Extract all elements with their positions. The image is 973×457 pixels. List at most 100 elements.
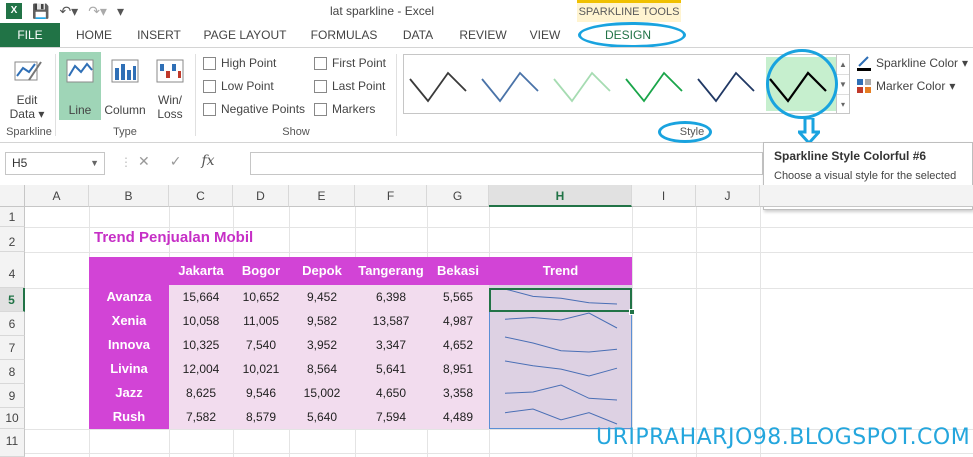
table-cell[interactable]: 10,058 xyxy=(169,309,233,333)
table-cell[interactable]: 3,952 xyxy=(289,333,355,357)
tab-page-layout[interactable]: PAGE LAYOUT xyxy=(198,23,292,47)
cancel-icon[interactable]: ✕ xyxy=(138,153,150,170)
tab-data[interactable]: DATA xyxy=(394,23,442,47)
negative-points-checkbox[interactable]: Negative Points xyxy=(203,102,305,116)
row-header-11[interactable]: 11 xyxy=(0,429,25,457)
table-cell[interactable]: 12,004 xyxy=(169,357,233,381)
row-header-10[interactable]: 10 xyxy=(0,408,25,429)
table-cell[interactable]: 8,579 xyxy=(233,405,289,429)
column-header-a[interactable]: A xyxy=(25,185,89,207)
style-swatch-1[interactable] xyxy=(409,71,467,103)
checkbox-box[interactable] xyxy=(314,56,327,70)
row-name-rush[interactable]: Rush xyxy=(89,405,169,429)
style-swatch-3[interactable] xyxy=(553,71,611,103)
tab-file[interactable]: FILE xyxy=(0,23,60,47)
name-box-dropdown-icon[interactable]: ▼ xyxy=(90,153,99,174)
table-cell[interactable]: 13,587 xyxy=(355,309,427,333)
table-cell[interactable]: 4,652 xyxy=(427,333,489,357)
table-cell[interactable]: 9,546 xyxy=(233,381,289,405)
column-header-e[interactable]: E xyxy=(289,185,355,207)
row-header-8[interactable]: 8 xyxy=(0,360,25,384)
style-swatch-4[interactable] xyxy=(625,71,683,103)
table-cell[interactable]: 7,540 xyxy=(233,333,289,357)
row-header-1[interactable]: 1 xyxy=(0,207,25,227)
edit-data-button[interactable]: Edit Data ▾ xyxy=(4,54,50,121)
checkbox-box[interactable] xyxy=(203,102,216,116)
column-header-d[interactable]: D xyxy=(233,185,289,207)
customize-qat-icon[interactable]: ▾ xyxy=(117,3,124,19)
column-header-b[interactable]: B xyxy=(89,185,169,207)
redo-icon[interactable]: ↷▾ xyxy=(88,3,107,19)
gallery-down-icon[interactable]: ▼ xyxy=(837,75,849,95)
row-header-9[interactable]: 9 xyxy=(0,384,25,408)
line-type-button[interactable]: Line xyxy=(59,52,101,120)
tab-home[interactable]: HOME xyxy=(66,23,122,47)
row-name-livina[interactable]: Livina xyxy=(89,357,169,381)
style-swatch-5[interactable] xyxy=(697,71,755,103)
tab-formulas[interactable]: FORMULAS xyxy=(304,23,384,47)
table-cell[interactable]: 15,002 xyxy=(289,381,355,405)
checkbox-box[interactable] xyxy=(314,102,327,116)
table-cell[interactable]: 7,582 xyxy=(169,405,233,429)
table-cell[interactable]: 15,664 xyxy=(169,285,233,309)
table-cell[interactable]: 5,565 xyxy=(427,285,489,309)
table-cell[interactable]: 3,347 xyxy=(355,333,427,357)
column-header-f[interactable]: F xyxy=(355,185,427,207)
name-box[interactable]: H5 ▼ xyxy=(5,152,105,175)
table-cell[interactable]: 11,005 xyxy=(233,309,289,333)
markers-checkbox[interactable]: Markers xyxy=(314,102,375,116)
header-jakarta[interactable]: Jakarta xyxy=(169,257,233,285)
table-cell[interactable]: 4,650 xyxy=(355,381,427,405)
table-cell[interactable]: 10,021 xyxy=(233,357,289,381)
select-all-corner[interactable] xyxy=(0,185,25,207)
checkbox-box[interactable] xyxy=(203,79,216,93)
table-cell[interactable]: 8,625 xyxy=(169,381,233,405)
table-cell[interactable]: 9,582 xyxy=(289,309,355,333)
row-name-avanza[interactable]: Avanza xyxy=(89,285,169,309)
header-bekasi[interactable]: Bekasi xyxy=(427,257,489,285)
active-cell-h5[interactable] xyxy=(489,288,632,312)
table-cell[interactable]: 5,640 xyxy=(289,405,355,429)
first-point-checkbox[interactable]: First Point xyxy=(314,56,386,70)
gallery-up-icon[interactable]: ▲ xyxy=(837,55,849,75)
table-cell[interactable]: 10,325 xyxy=(169,333,233,357)
insert-function-icon[interactable]: fx xyxy=(201,153,214,170)
worksheet-grid[interactable]: A B C D E F G H I J 1 2 4 5 6 7 8 9 10 1… xyxy=(0,185,973,457)
table-cell[interactable]: 5,641 xyxy=(355,357,427,381)
checkbox-box[interactable] xyxy=(203,56,216,70)
column-header-j[interactable]: J xyxy=(696,185,760,207)
formula-input[interactable] xyxy=(250,152,763,175)
header-bogor[interactable]: Bogor xyxy=(233,257,289,285)
high-point-checkbox[interactable]: High Point xyxy=(203,56,276,70)
tab-design[interactable]: DESIGN xyxy=(586,23,670,47)
column-header-h[interactable]: H xyxy=(489,185,632,207)
save-icon[interactable]: 💾 xyxy=(32,3,49,19)
checkbox-box[interactable] xyxy=(314,79,327,93)
table-cell[interactable]: 10,652 xyxy=(233,285,289,309)
table-cell[interactable]: 6,398 xyxy=(355,285,427,309)
table-cell[interactable]: 4,489 xyxy=(427,405,489,429)
row-header-7[interactable]: 7 xyxy=(0,336,25,360)
row-name-xenia[interactable]: Xenia xyxy=(89,309,169,333)
column-type-button[interactable]: Column xyxy=(103,54,147,117)
enter-icon[interactable]: ✓ xyxy=(170,153,182,170)
style-swatch-2[interactable] xyxy=(481,71,539,103)
sparkline-color-button[interactable]: Sparkline Color ▾ xyxy=(856,55,968,71)
header-depok[interactable]: Depok xyxy=(289,257,355,285)
row-name-innova[interactable]: Innova xyxy=(89,333,169,357)
row-header-5[interactable]: 5 xyxy=(0,288,25,312)
row-name-jazz[interactable]: Jazz xyxy=(89,381,169,405)
tab-view[interactable]: VIEW xyxy=(522,23,568,47)
header-tangerang[interactable]: Tangerang xyxy=(355,257,427,285)
table-cell[interactable]: 9,452 xyxy=(289,285,355,309)
row-header-4[interactable]: 4 xyxy=(0,252,25,288)
winloss-type-button[interactable]: Win/ Loss xyxy=(150,54,190,121)
row-header-6[interactable]: 6 xyxy=(0,312,25,336)
marker-color-button[interactable]: Marker Color ▾ xyxy=(856,78,955,94)
table-cell[interactable]: 8,564 xyxy=(289,357,355,381)
low-point-checkbox[interactable]: Low Point xyxy=(203,79,274,93)
column-header-i[interactable]: I xyxy=(632,185,696,207)
table-cell[interactable]: 4,987 xyxy=(427,309,489,333)
tab-insert[interactable]: INSERT xyxy=(130,23,188,47)
last-point-checkbox[interactable]: Last Point xyxy=(314,79,385,93)
